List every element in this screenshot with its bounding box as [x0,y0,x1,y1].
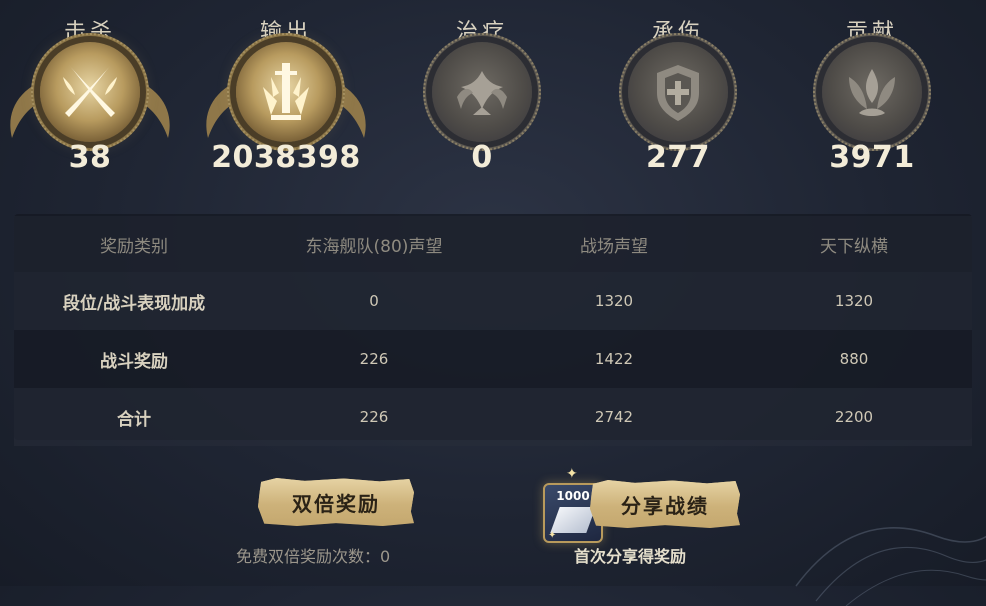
stat-kills: 击杀 38 [0,0,180,190]
flame-crest-icon [849,69,895,116]
medal [619,33,737,151]
paper-icon [550,507,596,533]
table-cell: 1422 [594,350,634,368]
table-header-category: 奖励类别 [100,236,168,257]
table-header-fleet-reputation: 东海舰队(80)声望 [305,236,443,257]
table-cell: 0 [369,292,379,310]
crossed-blades-icon [63,65,117,117]
table-cell: 880 [839,350,869,368]
double-reward-button[interactable]: 双倍奖励 [258,478,414,526]
sparkle-icon: ✦ [548,530,557,541]
sparkle-icon: ✦ [566,466,578,482]
table-row: 战斗奖励 226 1422 880 [14,330,972,388]
table-cell: 226 [359,408,389,426]
shield-icon [657,65,699,121]
sword-burst-icon [263,63,309,120]
lotus-cross-icon [457,71,507,115]
medal [423,33,541,151]
row-label: 合计 [117,409,151,430]
stat-damage: 输出 2038398 [196,0,376,190]
row-label: 战斗奖励 [100,351,168,372]
stat-value: 3971 [829,140,915,175]
stat-healing: 治疗 0 [392,0,572,190]
medal [813,33,931,151]
medal [227,33,345,151]
table-cell: 2742 [594,408,634,426]
table-header-row: 奖励类别 东海舰队(80)声望 战场声望 天下纵横 [14,216,972,272]
reward-table: 奖励类别 东海舰队(80)声望 战场声望 天下纵横 段位/战斗表现加成 0 13… [14,214,972,446]
table-cell: 226 [359,350,389,368]
stat-contribution: 贡献 3971 [782,0,962,190]
table-header-world: 天下纵横 [820,236,888,257]
table-row: 段位/战斗表现加成 0 1320 1320 [14,272,972,330]
stat-damage-taken: 承伤 277 [588,0,768,190]
table-header-battlefield-reputation: 战场声望 [580,236,648,257]
free-double-count-label: 免费双倍奖励次数：0 [236,547,391,566]
table-cell: 2200 [834,408,874,426]
share-record-button[interactable]: 分享战绩 [590,480,740,528]
medal [31,33,149,151]
share-reward-hint: 首次分享得奖励 [574,547,687,566]
row-label: 段位/战斗表现加成 [62,293,206,314]
table-cell: 1320 [594,292,634,310]
table-cell: 1320 [834,292,874,310]
table-row: 合计 226 2742 2200 [14,388,972,446]
